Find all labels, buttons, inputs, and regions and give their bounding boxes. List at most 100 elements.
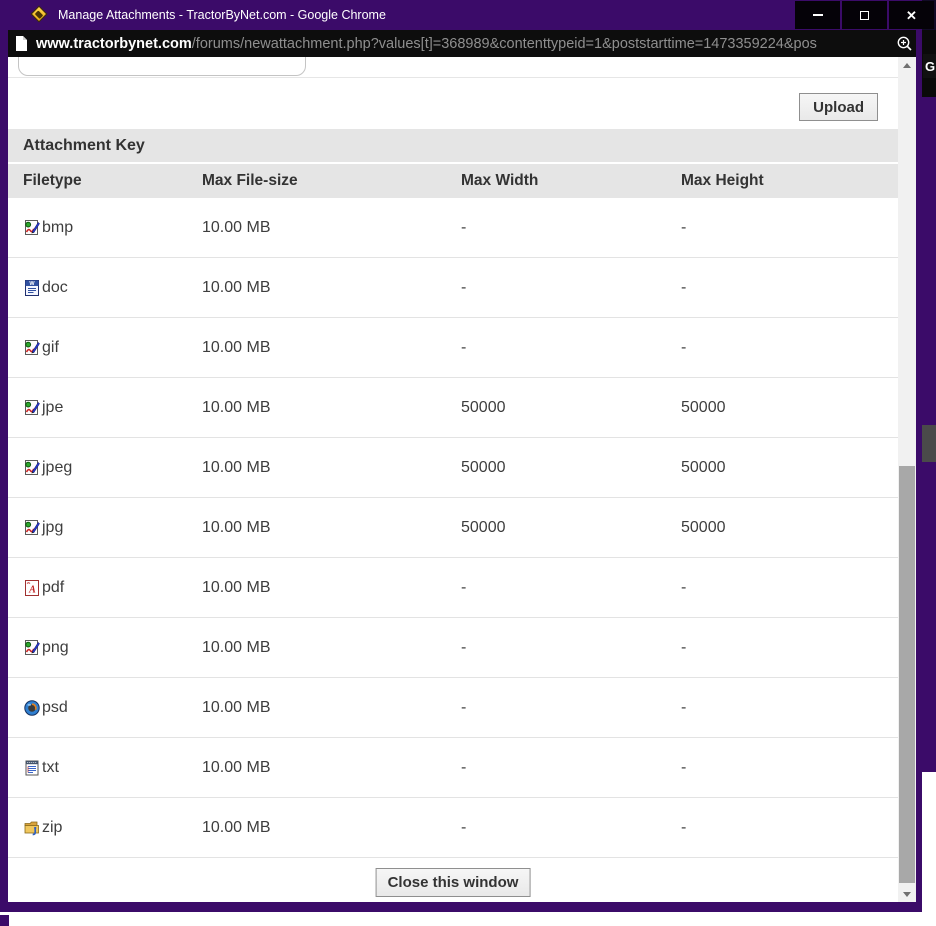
maximize-icon — [860, 11, 869, 20]
filetype-label: pdf — [42, 579, 64, 597]
max-width-cell: 50000 — [461, 519, 681, 537]
max-height-cell: 50000 — [681, 519, 898, 537]
max-filesize-cell: 10.00 MB — [202, 339, 461, 357]
header-max-width: Max Width — [461, 172, 681, 190]
word-doc-icon: W — [23, 279, 41, 297]
filetype-cell: jpe — [23, 399, 202, 417]
filetype-label: psd — [42, 699, 68, 717]
screen: G Manage Attachments - TractorByNet.com … — [0, 0, 936, 926]
max-height-cell: - — [681, 279, 898, 297]
max-height-cell: - — [681, 759, 898, 777]
filetype-cell: zip — [23, 819, 202, 837]
max-width-cell: - — [461, 639, 681, 657]
text-file-icon — [23, 759, 41, 777]
max-filesize-cell: 10.00 MB — [202, 219, 461, 237]
max-filesize-cell: 10.00 MB — [202, 399, 461, 417]
filetype-label: png — [42, 639, 69, 657]
window-border-left — [0, 30, 8, 912]
filetype-label: jpe — [42, 399, 63, 417]
max-filesize-cell: 10.00 MB — [202, 519, 461, 537]
scrollbar-up-button[interactable] — [898, 57, 916, 73]
max-filesize-cell: 10.00 MB — [202, 579, 461, 597]
background-window-strip: G — [922, 0, 936, 926]
max-filesize-cell: 10.00 MB — [202, 699, 461, 717]
window-title: Manage Attachments - TractorByNet.com - … — [58, 0, 386, 30]
table-row: gif10.00 MB-- — [8, 318, 898, 378]
pdf-file-icon: A — [23, 579, 41, 597]
table-row: Wdoc10.00 MB-- — [8, 258, 898, 318]
page-icon — [15, 36, 28, 51]
arrow-up-icon — [903, 63, 911, 68]
arrow-down-icon — [903, 892, 911, 897]
section-title: Attachment Key — [8, 129, 898, 162]
table-header-row: Filetype Max File-size Max Width Max Hei… — [8, 164, 898, 198]
table-body: bmp10.00 MB--Wdoc10.00 MB--gif10.00 MB--… — [8, 198, 898, 858]
background-bottom-strip — [0, 912, 922, 926]
max-width-cell: 50000 — [461, 459, 681, 477]
filetype-cell: gif — [23, 339, 202, 357]
table-row: jpe10.00 MB5000050000 — [8, 378, 898, 438]
max-height-cell: - — [681, 819, 898, 837]
svg-text:A: A — [28, 584, 36, 595]
url-domain: www.tractorbynet.com — [36, 36, 192, 52]
filetype-label: jpeg — [42, 459, 72, 477]
background-page-sliver — [922, 772, 936, 926]
scrollbar-thumb[interactable] — [899, 466, 915, 883]
minimize-button[interactable] — [795, 1, 840, 29]
filetype-label: txt — [42, 759, 59, 777]
image-file-icon — [23, 219, 41, 237]
filetype-cell: jpg — [23, 519, 202, 537]
divider — [8, 77, 898, 78]
max-height-cell: - — [681, 339, 898, 357]
table-row: zip10.00 MB-- — [8, 798, 898, 858]
max-height-cell: - — [681, 699, 898, 717]
max-width-cell: - — [461, 219, 681, 237]
url-text: www.tractorbynet.com/forums/newattachmen… — [36, 36, 876, 52]
url-path: /forums/newattachment.php?values[t]=3689… — [192, 36, 817, 52]
background-purple-chip — [0, 915, 9, 926]
filetype-label: gif — [42, 339, 59, 357]
max-width-cell: - — [461, 339, 681, 357]
max-height-cell: - — [681, 579, 898, 597]
window-border-bottom — [0, 902, 922, 912]
image-file-icon — [23, 399, 41, 417]
url-bar[interactable]: www.tractorbynet.com/forums/newattachmen… — [8, 30, 918, 57]
image-file-icon — [23, 339, 41, 357]
close-button[interactable]: ✕ — [889, 1, 934, 29]
filetype-label: bmp — [42, 219, 73, 237]
page-content: Upload Attachment Key Filetype Max File-… — [8, 57, 898, 902]
max-width-cell: - — [461, 699, 681, 717]
window-border-right — [916, 30, 922, 912]
window-controls: ✕ — [795, 1, 934, 29]
max-filesize-cell: 10.00 MB — [202, 819, 461, 837]
background-bookmark-badge: G — [923, 54, 936, 78]
zip-folder-icon — [23, 819, 41, 837]
max-filesize-cell: 10.00 MB — [202, 279, 461, 297]
image-file-icon — [23, 459, 41, 477]
max-height-cell: 50000 — [681, 459, 898, 477]
zoom-in-icon[interactable] — [896, 35, 913, 52]
max-width-cell: - — [461, 819, 681, 837]
upload-button[interactable]: Upload — [799, 93, 878, 121]
attachment-filename-input[interactable] — [18, 57, 306, 76]
filetype-cell: txt — [23, 759, 202, 777]
close-window-button[interactable]: Close this window — [376, 868, 531, 897]
filetype-label: doc — [42, 279, 68, 297]
image-file-icon — [23, 519, 41, 537]
filetype-cell: Wdoc — [23, 279, 202, 297]
scrollbar[interactable] — [898, 57, 916, 902]
table-row: jpg10.00 MB5000050000 — [8, 498, 898, 558]
scrollbar-down-button[interactable] — [898, 886, 916, 902]
max-height-cell: - — [681, 639, 898, 657]
table-row: psd10.00 MB-- — [8, 678, 898, 738]
table-row: png10.00 MB-- — [8, 618, 898, 678]
max-width-cell: - — [461, 759, 681, 777]
filetype-cell: Apdf — [23, 579, 202, 597]
background-scrollbar-thumb — [922, 425, 936, 462]
maximize-button[interactable] — [842, 1, 887, 29]
header-max-filesize: Max File-size — [202, 172, 461, 190]
filetype-cell: bmp — [23, 219, 202, 237]
window-titlebar: Manage Attachments - TractorByNet.com - … — [0, 0, 922, 30]
table-row: bmp10.00 MB-- — [8, 198, 898, 258]
close-icon: ✕ — [906, 9, 917, 22]
